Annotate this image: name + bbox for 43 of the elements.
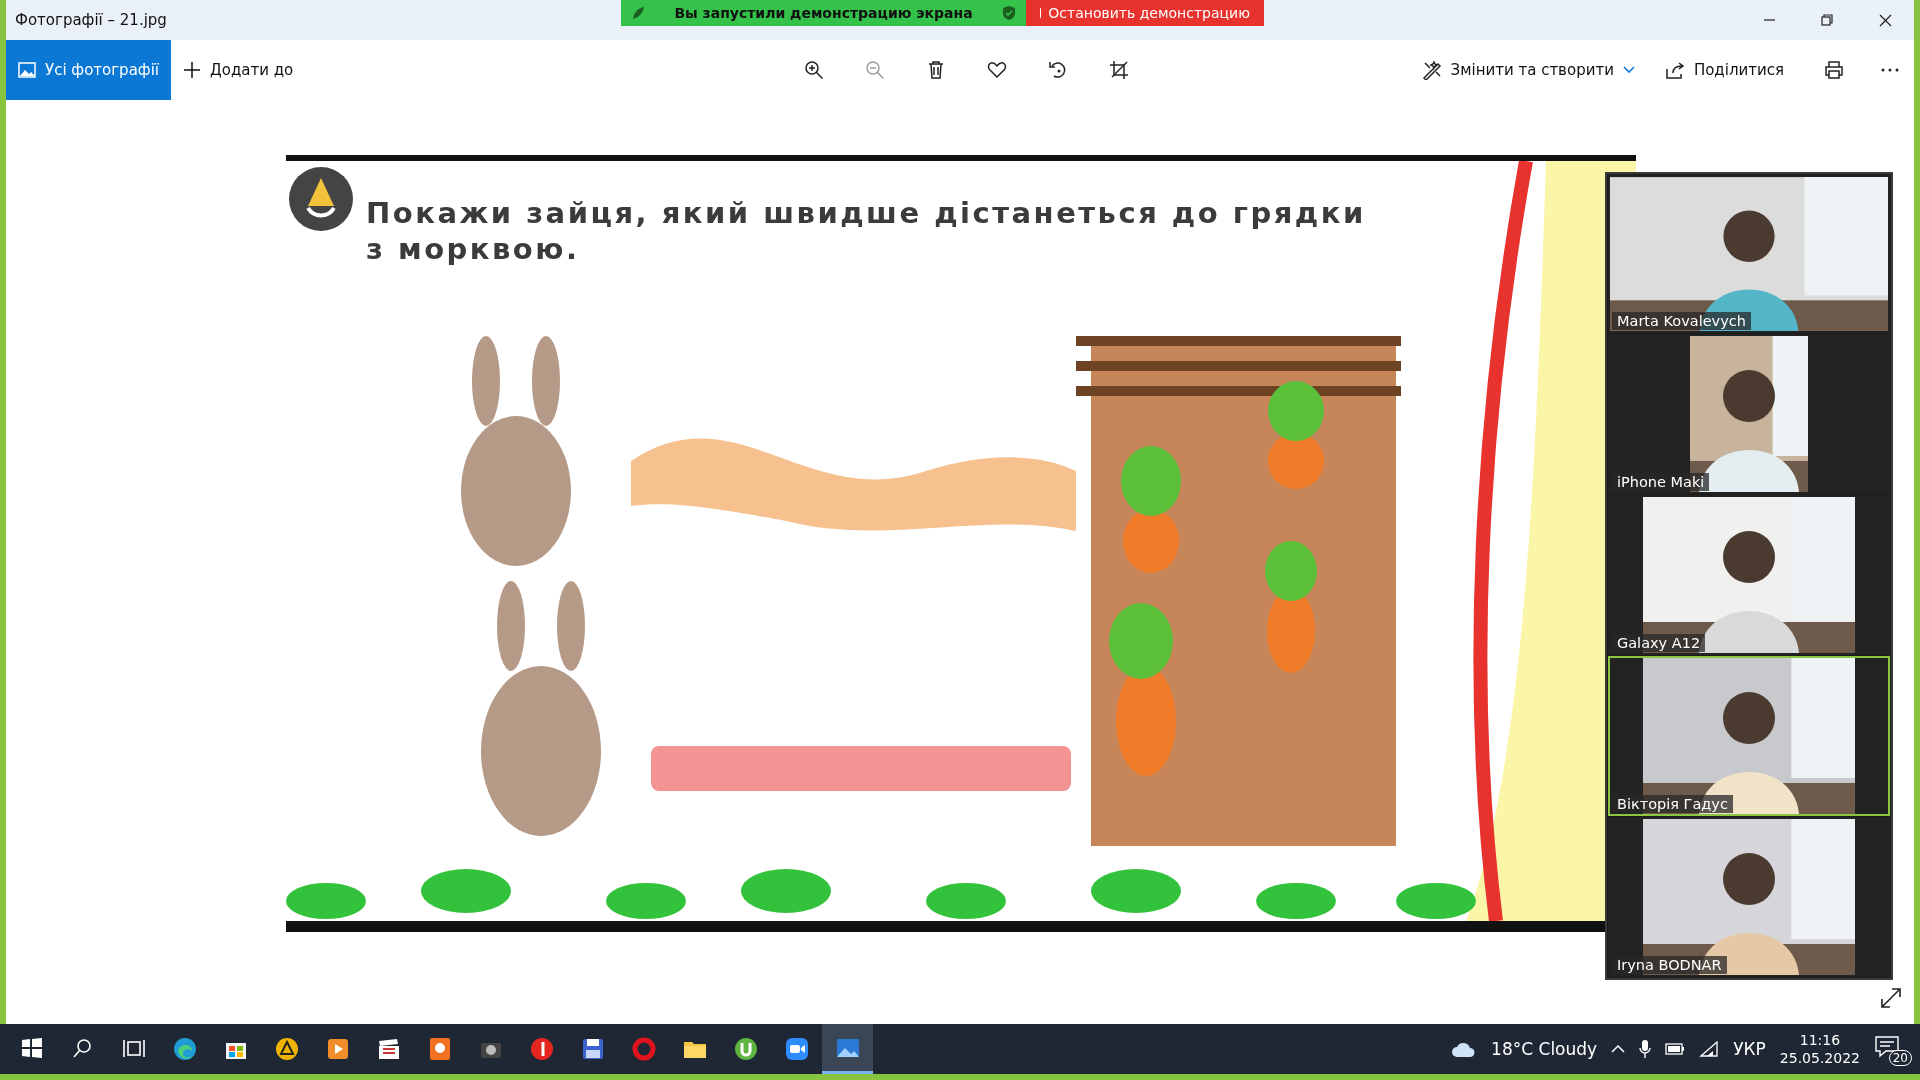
notification-count: 20 (1888, 1050, 1912, 1066)
weather-text[interactable]: 18°C Cloudy (1491, 1039, 1598, 1059)
share-message: Вы запустили демонстрацию экрана (673, 5, 974, 21)
delete-icon[interactable] (926, 60, 946, 80)
shield-check-icon (1002, 5, 1016, 21)
chevron-up-icon[interactable] (1611, 1044, 1626, 1054)
torrent-icon[interactable] (733, 1037, 758, 1061)
document-icon[interactable] (427, 1037, 452, 1061)
wifi-icon[interactable] (1699, 1041, 1720, 1057)
expand-icon[interactable] (1880, 987, 1902, 1009)
zoom-in-icon[interactable] (804, 60, 824, 80)
video-camera-icon[interactable] (784, 1037, 809, 1061)
window-title: Фотографії – 21.jpg (15, 11, 167, 29)
all-photos-button[interactable]: Усі фотографії (6, 40, 171, 100)
clock-date[interactable]: 25.05.2022 (1779, 1049, 1860, 1067)
battery-icon[interactable] (1665, 1043, 1686, 1055)
browser-icon[interactable] (172, 1037, 197, 1061)
crop-icon[interactable] (1109, 60, 1129, 80)
ring-icon[interactable] (631, 1037, 656, 1061)
language-indicator[interactable]: УКР (1733, 1039, 1766, 1059)
start-icon[interactable] (19, 1037, 44, 1061)
photos-icon (18, 62, 36, 78)
rotate-icon[interactable] (1048, 60, 1068, 80)
clock-time[interactable]: 11:16 (1799, 1031, 1841, 1049)
add-to-button[interactable]: Додати до (171, 40, 306, 100)
stop-share-button[interactable]: Остановить демонстрацию (1026, 0, 1264, 26)
play-icon[interactable] (325, 1037, 350, 1061)
participant-name: Marta Kovalevych (1612, 312, 1751, 330)
clapperboard-icon[interactable] (376, 1037, 401, 1061)
caret-icon (1622, 66, 1635, 74)
browser-icon[interactable] (529, 1037, 554, 1061)
plus-icon (183, 61, 201, 79)
close-icon[interactable] (1878, 13, 1892, 27)
print-icon[interactable] (1824, 60, 1844, 80)
edit-create-icon (1421, 60, 1442, 80)
more-icon[interactable] (1880, 67, 1900, 73)
maximize-icon[interactable] (1820, 13, 1834, 27)
share-icon (1664, 61, 1685, 79)
heart-icon[interactable] (987, 60, 1007, 80)
leaf-icon (631, 6, 645, 20)
share-button[interactable]: Поділитися (1652, 40, 1796, 100)
edit-create-button[interactable]: Змінити та створити (1409, 40, 1647, 100)
microphone-icon[interactable] (1639, 1039, 1652, 1059)
